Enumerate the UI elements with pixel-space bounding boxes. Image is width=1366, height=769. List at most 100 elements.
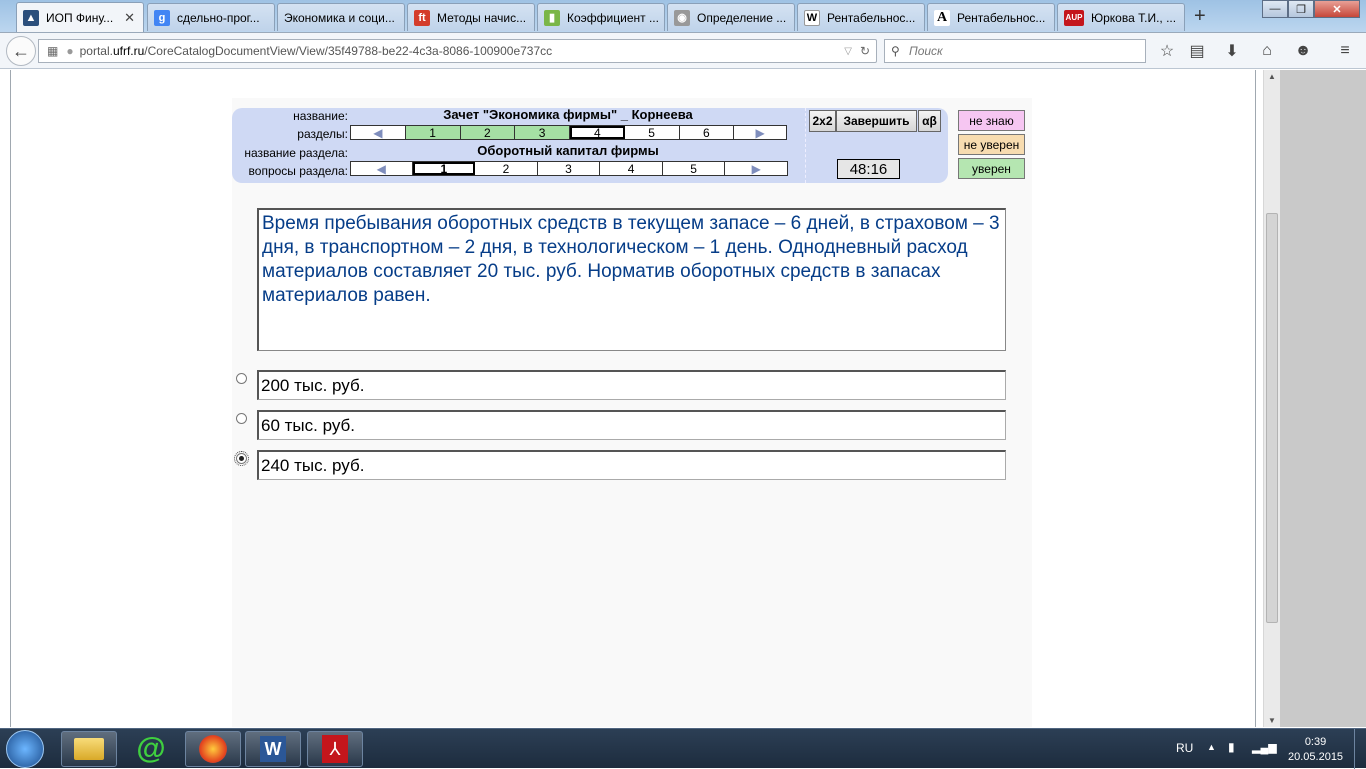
globe-icon: ◉ (674, 9, 690, 26)
tab-1[interactable]: ▲ ИОП Фину... ✕ (16, 2, 144, 32)
language-indicator[interactable]: RU (1176, 741, 1193, 755)
questions-prev-arrow-icon[interactable]: ◀ (351, 162, 413, 176)
taskbar-clock[interactable]: 0:39 20.05.2015 (1288, 735, 1343, 765)
tab-2[interactable]: g сдельно-прог... (147, 3, 275, 31)
show-desktop-button[interactable] (1354, 729, 1366, 769)
sections-navigator: ◀ 1 2 3 4 5 6 ▶ (350, 125, 787, 140)
test-title: Зачет "Экономика фирмы" _ Корнеева (443, 107, 693, 122)
tab-label: Рентабельнос... (827, 10, 916, 25)
section-cell-6[interactable]: 6 (680, 126, 735, 140)
section-cell-2[interactable]: 2 (460, 126, 516, 140)
taskbar: @ W ⅄ RU ▲ ▮ ▂▄▆ 0:39 20.05.2015 (0, 728, 1366, 769)
sure-button[interactable]: уверен (958, 158, 1025, 179)
question-cell-2[interactable]: 2 (475, 162, 538, 176)
bars-icon: ▮ (544, 9, 560, 26)
answer-option-1[interactable]: 200 тыс. руб. (257, 370, 1006, 400)
tab-label: Определение ... (697, 10, 787, 25)
sections-next-arrow-icon[interactable]: ▶ (734, 126, 786, 140)
bookmarks-list-icon[interactable]: ▤ (1186, 40, 1208, 62)
answer-radio-2[interactable] (236, 413, 247, 424)
reload-icon[interactable]: ↻ (860, 44, 870, 58)
tab-3[interactable]: Экономика и соци... (277, 3, 405, 31)
navigation-bar: ▦ ● portal. ufrf.ru/CoreCatalogDocumentVi… (0, 33, 1366, 69)
scrollbar-thumb[interactable] (1266, 213, 1278, 623)
ft-icon: ft (414, 9, 430, 26)
site-info-icon[interactable]: ● (66, 44, 73, 58)
tab-6[interactable]: ◉ Определение ... (667, 3, 795, 31)
bookmark-star-icon[interactable]: ☆ (1156, 40, 1178, 62)
questions-navigator: ◀ 1 2 3 4 5 ▶ (350, 161, 788, 176)
url-bar[interactable]: ▦ ● portal. ufrf.ru/CoreCatalogDocumentVi… (38, 39, 877, 63)
section-cell-4[interactable]: 4 (570, 126, 625, 140)
download-icon[interactable]: ⬇ (1221, 40, 1243, 62)
network-tray-icon[interactable]: ▮ (1228, 740, 1235, 754)
tab-label: Методы начис... (437, 10, 527, 25)
tab-label: Экономика и соци... (284, 10, 395, 25)
question-text: Время пребывания оборотных средств в тек… (257, 208, 1006, 351)
signal-tray-icon[interactable]: ▂▄▆ (1252, 741, 1277, 754)
explorer-icon[interactable] (61, 731, 117, 767)
answer-option-3[interactable]: 240 тыс. руб. (257, 450, 1006, 480)
search-icon: ⚲ (891, 44, 900, 58)
url-prefix: portal. (79, 44, 113, 58)
tab-4[interactable]: ft Методы начис... (407, 3, 535, 31)
minimize-button[interactable]: — (1262, 0, 1288, 18)
back-button[interactable]: ← (6, 36, 36, 66)
sections-prev-arrow-icon[interactable]: ◀ (351, 126, 406, 140)
tab-8[interactable]: A Рентабельнос... (927, 3, 1055, 31)
frame-left-border (10, 70, 11, 727)
search-input[interactable]: ⚲ Поиск (884, 39, 1146, 63)
answer-option-2[interactable]: 60 тыс. руб. (257, 410, 1006, 440)
new-tab-button[interactable]: + (1194, 5, 1206, 28)
section-cell-3[interactable]: 3 (515, 126, 570, 140)
section-cell-1[interactable]: 1 (405, 126, 461, 140)
scroll-down-icon[interactable]: ▼ (1268, 716, 1276, 725)
tab-bar: ▲ ИОП Фину... ✕ g сдельно-прог... Эконом… (0, 0, 1366, 33)
clock-date: 20.05.2015 (1288, 751, 1344, 763)
page-scrollbar[interactable]: ▲ ▼ (1263, 70, 1280, 727)
unsure-button[interactable]: не уверен (958, 134, 1025, 155)
back-arrow-icon: ← (12, 40, 30, 61)
windows-start-button[interactable] (6, 730, 44, 768)
maximize-button[interactable]: ❐ (1288, 0, 1314, 18)
question-cell-1[interactable]: 1 (412, 162, 476, 176)
question-cell-3[interactable]: 3 (538, 162, 601, 176)
firefox-icon[interactable] (185, 731, 241, 767)
dropdown-icon[interactable]: ▽ (844, 46, 852, 57)
window-margin (1280, 70, 1366, 727)
tab-label: Рентабельнос... (957, 10, 1046, 25)
home-icon[interactable]: ⌂ (1256, 40, 1278, 62)
close-icon[interactable]: ✕ (124, 10, 135, 26)
grid-2x2-button[interactable]: 2x2 (809, 110, 836, 132)
a-letter-icon: A (934, 9, 950, 26)
tray-expand-icon[interactable]: ▲ (1207, 742, 1216, 752)
questions-next-arrow-icon[interactable]: ▶ (725, 162, 787, 176)
scroll-up-icon[interactable]: ▲ (1268, 72, 1276, 81)
question-cell-4[interactable]: 4 (600, 162, 663, 176)
tab-label: Юркова Т.И., ... (1091, 10, 1177, 25)
answer-radio-3[interactable] (234, 451, 249, 466)
sidebar-toggle-icon[interactable]: ▦ (47, 44, 58, 58)
tab-9[interactable]: AUP Юркова Т.И., ... (1057, 3, 1185, 31)
alphabet-button[interactable]: αβ (918, 110, 941, 132)
question-cell-5[interactable]: 5 (663, 162, 726, 176)
menu-icon[interactable]: ≡ (1334, 40, 1356, 62)
tab-label: сдельно-прог... (177, 10, 260, 25)
section-cell-5[interactable]: 5 (625, 126, 680, 140)
name-label: название: (293, 109, 348, 123)
search-placeholder: Поиск (909, 44, 943, 58)
tab-label: ИОП Фину... (46, 10, 114, 25)
dont-know-button[interactable]: не знаю (958, 110, 1025, 131)
tab-7[interactable]: W Рентабельнос... (797, 3, 925, 31)
acrobat-icon[interactable]: ⅄ (307, 731, 363, 767)
finish-button[interactable]: Завершить (836, 110, 917, 132)
answer-radio-1[interactable] (236, 373, 247, 384)
window-close-button[interactable]: ✕ (1314, 0, 1360, 18)
url-path: /CoreCatalogDocumentView/View/35f49788-b… (144, 44, 553, 58)
mail-ru-agent-icon[interactable]: @ (123, 731, 179, 767)
chat-icon[interactable]: ☻ (1292, 40, 1314, 62)
timer: 48:16 (837, 159, 900, 179)
frame-right-border (1255, 70, 1256, 727)
word-icon[interactable]: W (245, 731, 301, 767)
tab-5[interactable]: ▮ Коэффициент ... (537, 3, 665, 31)
